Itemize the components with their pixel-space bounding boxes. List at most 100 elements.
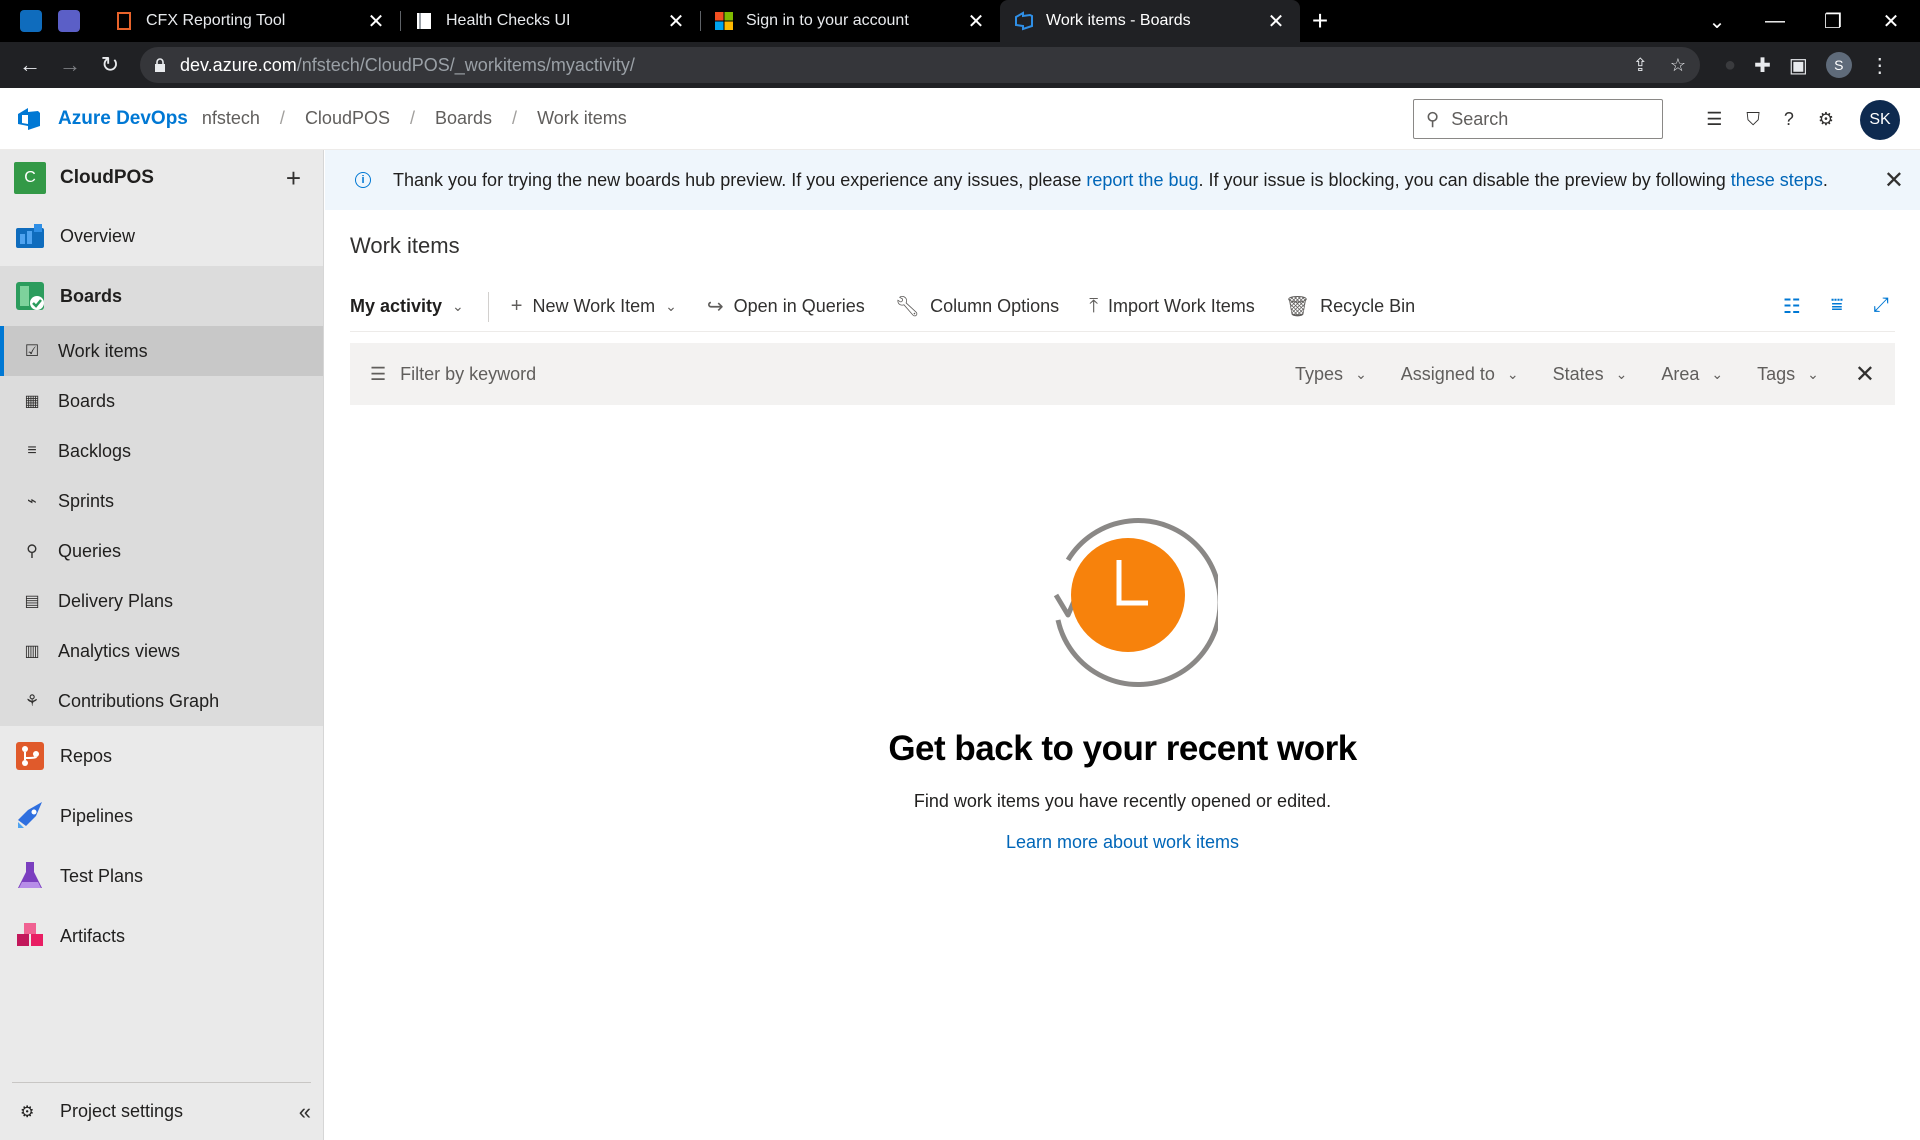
browser-tab[interactable]: Sign in to your account ✕ bbox=[700, 0, 1000, 42]
column-options-button[interactable]: 🔧︎ Column Options bbox=[895, 294, 1059, 319]
close-tab-icon[interactable]: ✕ bbox=[966, 9, 986, 34]
help-icon[interactable]: ? bbox=[1784, 109, 1794, 130]
reload-icon[interactable]: ↻ bbox=[90, 45, 130, 85]
browser-tab[interactable]: CFX Reporting Tool ✕ bbox=[100, 0, 400, 42]
breadcrumb-page[interactable]: Work items bbox=[537, 108, 627, 129]
project-settings[interactable]: ⚙ Project settings « bbox=[12, 1082, 311, 1140]
teams-icon[interactable] bbox=[58, 10, 80, 32]
sidebar-subitem-boards[interactable]: ▦ Boards bbox=[0, 376, 323, 426]
user-settings-icon[interactable]: ⚙ bbox=[1818, 109, 1834, 130]
bookmark-star-icon[interactable]: ☆ bbox=[1670, 55, 1686, 76]
new-tab-icon[interactable]: + bbox=[1300, 0, 1340, 42]
keyword-filter-input[interactable]: Filter by keyword bbox=[400, 364, 1261, 385]
chevron-down-icon: ⌄ bbox=[1506, 365, 1519, 382]
sprints-icon: ⌁ bbox=[27, 493, 37, 510]
work-items-checklist-icon[interactable]: ☰ bbox=[1706, 109, 1722, 130]
project-badge: C bbox=[14, 162, 46, 194]
close-tab-icon[interactable]: ✕ bbox=[666, 9, 686, 34]
search-input[interactable]: ⚲ Search bbox=[1413, 99, 1663, 139]
empty-state: Get back to your recent work Find work i… bbox=[325, 500, 1920, 853]
breadcrumb-org[interactable]: nfstech bbox=[202, 108, 260, 129]
sidebar-item-repos[interactable]: Repos bbox=[0, 726, 323, 786]
button-label: Open in Queries bbox=[733, 296, 865, 316]
sidebar-item-test-plans[interactable]: Test Plans bbox=[0, 846, 323, 906]
pivot-dropdown[interactable]: My activity ⌄ bbox=[350, 291, 489, 322]
assigned-to-filter-dropdown[interactable]: Assigned to ⌄ bbox=[1401, 364, 1519, 385]
close-window-icon[interactable]: ✕ bbox=[1862, 9, 1920, 34]
open-in-queries-button[interactable]: ↪ Open in Queries bbox=[707, 294, 865, 319]
browser-toolbar: ← → ↻ dev.azure.com/nfstech/CloudPOS/_wo… bbox=[0, 42, 1920, 88]
plus-icon: + bbox=[510, 295, 523, 317]
tab-search-icon[interactable]: ⌄ bbox=[1688, 9, 1746, 34]
sidebar-subitem-contributions-graph[interactable]: ⚘ Contributions Graph bbox=[0, 676, 323, 726]
overview-icon bbox=[16, 224, 44, 248]
outlook-icon[interactable] bbox=[20, 10, 42, 32]
tab-title: CFX Reporting Tool bbox=[146, 12, 286, 29]
states-filter-dropdown[interactable]: States ⌄ bbox=[1553, 364, 1628, 385]
clear-filter-icon[interactable]: ✕ bbox=[1855, 360, 1875, 389]
address-bar[interactable]: dev.azure.com/nfstech/CloudPOS/_workitem… bbox=[140, 47, 1700, 83]
avatar[interactable]: SK bbox=[1860, 100, 1900, 140]
project-settings-label: Project settings bbox=[60, 1101, 184, 1121]
browser-tab[interactable]: Health Checks UI ✕ bbox=[400, 0, 700, 42]
collapse-sidebar-icon[interactable]: « bbox=[299, 1099, 311, 1125]
boards-grid-icon: ▦ bbox=[24, 393, 40, 410]
sidebar-subitem-analytics-views[interactable]: ▥ Analytics views bbox=[0, 626, 323, 676]
browser-menu-icon[interactable]: ⋮ bbox=[1870, 53, 1890, 78]
import-work-items-button[interactable]: ⤒ Import Work Items bbox=[1089, 295, 1255, 318]
extensions-puzzle-icon[interactable]: ✚ bbox=[1754, 53, 1771, 78]
close-tab-icon[interactable]: ✕ bbox=[1266, 9, 1286, 34]
sidebar-subitem-work-items[interactable]: ☑ Work items bbox=[0, 326, 323, 376]
tags-filter-dropdown[interactable]: Tags ⌄ bbox=[1757, 364, 1819, 385]
close-icon[interactable]: ✕ bbox=[1884, 166, 1904, 195]
gear-icon: ⚙ bbox=[20, 1103, 35, 1121]
sidebar-subitem-queries[interactable]: ⚲ Queries bbox=[0, 526, 323, 576]
project-header[interactable]: C CloudPOS + bbox=[0, 150, 323, 206]
recent-clock-icon bbox=[1053, 518, 1223, 688]
area-filter-dropdown[interactable]: Area ⌄ bbox=[1661, 364, 1723, 385]
browser-tab-strip: CFX Reporting Tool ✕ Health Checks UI ✕ … bbox=[0, 0, 1920, 42]
fullscreen-icon[interactable]: ⤢ bbox=[1873, 294, 1889, 319]
these-steps-link[interactable]: these steps bbox=[1731, 170, 1823, 190]
brand-name[interactable]: Azure DevOps bbox=[58, 108, 188, 130]
sidebar-item-artifacts[interactable]: Artifacts bbox=[0, 906, 323, 966]
upload-icon: ⤒ bbox=[1089, 295, 1099, 317]
marketplace-bag-icon[interactable]: ⛉ bbox=[1746, 109, 1760, 130]
window-controls: ⌄ — ❐ ✕ bbox=[1688, 0, 1920, 42]
recycle-bin-button[interactable]: 🗑︎ Recycle Bin bbox=[1285, 294, 1415, 319]
breadcrumb-hub[interactable]: Boards bbox=[435, 108, 492, 129]
types-filter-dropdown[interactable]: Types ⌄ bbox=[1295, 364, 1367, 385]
sidebar-item-label: Test Plans bbox=[60, 865, 144, 886]
report-bug-link[interactable]: report the bug bbox=[1086, 170, 1198, 190]
lock-icon[interactable] bbox=[154, 58, 166, 72]
back-icon[interactable]: ← bbox=[10, 45, 50, 85]
browser-tab-active[interactable]: Work items - Boards ✕ bbox=[1000, 0, 1300, 42]
filter-icon[interactable]: ⩸ bbox=[1831, 294, 1843, 319]
browser-profile-avatar[interactable]: S bbox=[1825, 52, 1852, 78]
minimize-icon[interactable]: — bbox=[1746, 10, 1804, 33]
sidebar-subitem-sprints[interactable]: ⌁ Sprints bbox=[0, 476, 323, 526]
side-panel-icon[interactable]: ▣ bbox=[1789, 53, 1808, 78]
sidebar-subitem-backlogs[interactable]: ≡ Backlogs bbox=[0, 426, 323, 476]
view-options-icon[interactable]: ☷ bbox=[1783, 294, 1801, 319]
sidebar-item-boards[interactable]: Boards bbox=[0, 266, 323, 326]
breadcrumb-project[interactable]: CloudPOS bbox=[305, 108, 390, 129]
azure-devops-logo-icon[interactable] bbox=[16, 106, 42, 132]
new-work-item-button[interactable]: + New Work Item ⌄ bbox=[511, 295, 677, 318]
sidebar-item-pipelines[interactable]: Pipelines bbox=[0, 786, 323, 846]
extension-icon[interactable]: ● bbox=[1724, 54, 1736, 77]
sidebar-item-overview[interactable]: Overview bbox=[0, 206, 323, 266]
forward-icon[interactable]: → bbox=[50, 45, 90, 85]
share-icon[interactable]: ⇪ bbox=[1633, 55, 1648, 76]
close-tab-icon[interactable]: ✕ bbox=[366, 9, 386, 34]
banner-text: . If your issue is blocking, you can dis… bbox=[1198, 169, 1731, 190]
learn-more-link[interactable]: Learn more about work items bbox=[325, 832, 1920, 853]
add-icon[interactable]: + bbox=[286, 163, 301, 194]
sidebar-item-label: Boards bbox=[60, 285, 123, 306]
search-placeholder: Search bbox=[1451, 108, 1509, 129]
sidebar-item-label: Analytics views bbox=[58, 640, 181, 661]
pivot-label: My activity bbox=[350, 296, 443, 316]
restore-icon[interactable]: ❐ bbox=[1804, 9, 1862, 34]
sidebar-subitem-delivery-plans[interactable]: ▤ Delivery Plans bbox=[0, 576, 323, 626]
dropdown-label: Tags bbox=[1757, 363, 1796, 384]
